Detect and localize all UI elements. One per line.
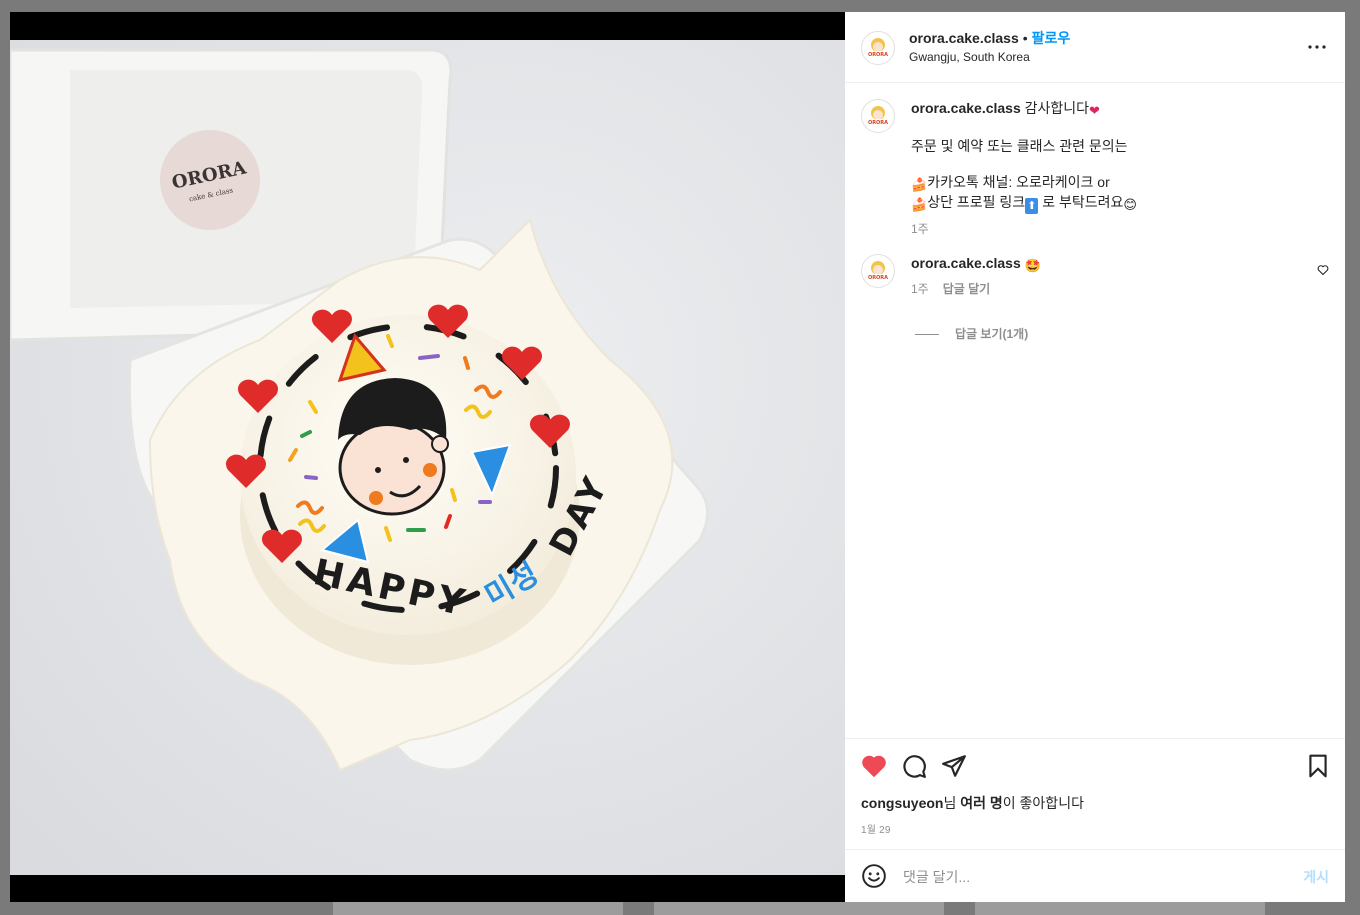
up-arrow-emoji-icon: ⬆ [1025, 198, 1039, 214]
avatar-logo-text: ORORA [868, 120, 888, 126]
post-media[interactable]: ORORA cake & class HAPPY 미성 DAY [10, 12, 845, 902]
heart-emoji-icon: ❤ [1089, 103, 1100, 118]
backdrop-strip [654, 902, 944, 915]
more-horizontal-icon[interactable] [1305, 38, 1329, 56]
emoji-smile-icon[interactable] [861, 863, 887, 889]
avatar[interactable]: ORORA [861, 31, 895, 65]
post-modal: ORORA cake & class HAPPY 미성 DAY ORORA or… [10, 12, 1345, 902]
backdrop-strip [975, 902, 1265, 915]
cake-illustration: ORORA cake & class HAPPY 미성 DAY [10, 40, 845, 875]
smile-emoji-icon: 😊 [1123, 197, 1137, 212]
view-replies-label: 답글 보기(1개) [955, 327, 1029, 341]
caption-text: 상단 프로필 링크 [927, 194, 1026, 210]
separator-dot: • [1022, 30, 1028, 46]
star-eyes-emoji-icon: 🤩 [1024, 258, 1041, 273]
caption-time[interactable]: 1주 [911, 222, 929, 236]
replies-divider [915, 334, 939, 336]
backdrop-strip [333, 902, 623, 915]
header-meta: orora.cake.class • 팔로우 Gwangju, South Kore… [909, 29, 1070, 64]
comment-like-heart-icon[interactable] [1317, 264, 1329, 276]
comment-body: orora.cake.class 🤩 1주 답글 달기 [911, 254, 1309, 298]
view-replies-button[interactable]: 답글 보기(1개) [915, 325, 1028, 342]
caption-line: orora.cake.class 감사합니다❤ [911, 99, 1309, 119]
comment-time[interactable]: 1주 [911, 282, 929, 296]
paper-plane-icon[interactable] [941, 753, 967, 779]
header-row: orora.cake.class • 팔로우 [909, 29, 1070, 47]
likes-others-link[interactable]: 여러 명 [960, 795, 1003, 811]
caption-time-row: 1주 [911, 220, 1309, 238]
comments-area[interactable]: ORORA orora.cake.class 감사합니다❤ 주문 및 예약 또는… [845, 83, 1345, 737]
liker-username[interactable]: congsuyeon [861, 795, 943, 811]
follow-button[interactable]: 팔로우 [1032, 30, 1071, 46]
avatar-logo-text: ORORA [868, 275, 888, 281]
post-comment-button[interactable]: 게시 [1303, 867, 1329, 887]
likes-summary: congsuyeon님 여러 명이 좋아합니다 [861, 793, 1084, 813]
post-photo: ORORA cake & class HAPPY 미성 DAY [10, 40, 845, 875]
avatar[interactable]: ORORA [861, 99, 895, 133]
likes-text: 님 [943, 795, 961, 811]
location-link[interactable]: Gwangju, South Korea [909, 50, 1070, 64]
comment-icon[interactable] [901, 753, 927, 779]
comment-input[interactable] [901, 862, 1245, 892]
cake-emoji-icon: 🍰 [911, 177, 928, 192]
comment-form: 게시 [845, 849, 1345, 902]
username-link[interactable]: orora.cake.class [909, 30, 1019, 46]
cake-emoji-icon: 🍰 [911, 197, 928, 212]
post-date[interactable]: 1월 29 [861, 821, 891, 836]
post-side-panel: ORORA orora.cake.class • 팔로우 Gwangju, Sout… [845, 12, 1345, 902]
caption-body: orora.cake.class 감사합니다❤ 주문 및 예약 또는 클래스 관… [911, 99, 1309, 238]
comment-username[interactable]: orora.cake.class [911, 255, 1021, 271]
likes-text: 이 좋아합니다 [1002, 795, 1084, 811]
avatar-logo-text: ORORA [868, 52, 888, 58]
avatar[interactable]: ORORA [861, 254, 895, 288]
comment-item: ORORA orora.cake.class 🤩 1주 답글 달기 [861, 254, 1329, 314]
comment-time-row: 1주 답글 달기 [911, 280, 1309, 298]
heart-icon[interactable] [861, 753, 887, 779]
caption-line: 🍰상단 프로필 링크 ⬆ 로 부탁드려요😊 [911, 193, 1309, 214]
caption-comment: ORORA orora.cake.class 감사합니다❤ 주문 및 예약 또는… [861, 99, 1329, 239]
caption-text: 감사합니다 [1024, 100, 1090, 116]
caption-username[interactable]: orora.cake.class [911, 100, 1021, 116]
reply-button[interactable]: 답글 달기 [943, 282, 991, 296]
post-actions: congsuyeon님 여러 명이 좋아합니다 1월 29 [845, 738, 1345, 851]
caption-line: 🍰카카오톡 채널: 오로라케이크 or [911, 173, 1309, 193]
bookmark-icon[interactable] [1305, 753, 1331, 779]
caption-text: 카카오톡 채널: 오로라케이크 or [927, 174, 1110, 190]
post-header: ORORA orora.cake.class • 팔로우 Gwangju, Sout… [845, 12, 1345, 83]
caption-text: 주문 및 예약 또는 클래스 관련 문의는 [911, 138, 1128, 154]
caption-text: 로 부탁드려요 [1038, 194, 1124, 210]
